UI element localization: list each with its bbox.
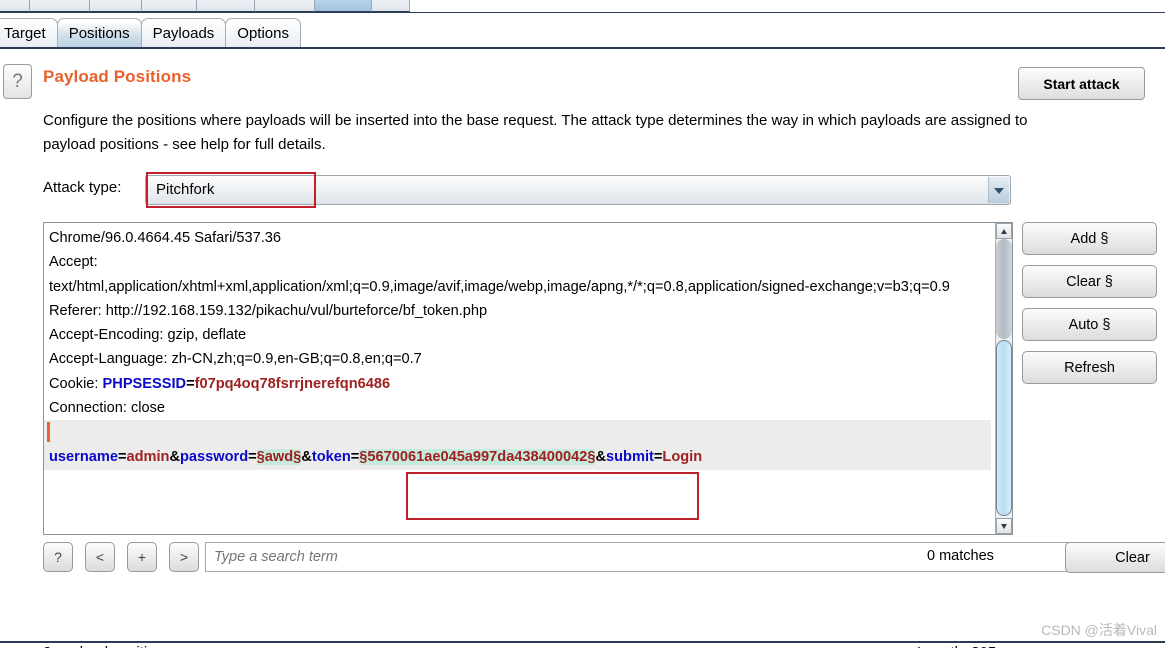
payload-marker-password[interactable]: §awd§: [256, 448, 302, 465]
clear-payload-marker-button[interactable]: Clear §: [1022, 265, 1157, 298]
panel-description: Configure the positions where payloads w…: [43, 112, 1028, 153]
search-next-button[interactable]: >: [169, 542, 199, 572]
scrollbar-track[interactable]: [996, 239, 1012, 339]
request-line-accept-language: Accept-Language: zh-CN,zh;q=0.9,en-GB;q=…: [49, 351, 422, 368]
outer-tab[interactable]: [30, 0, 90, 12]
intruder-tab-bar: Target Positions Payloads Options: [0, 14, 1165, 48]
cookie-value: f07pq4oq78fsrrjnerefqn6486: [194, 375, 391, 392]
request-body-line: username=admin&password=§awd§&token=§567…: [44, 444, 991, 470]
request-length-status: Length: 805: [917, 644, 996, 648]
watermark: CSDN @活着Vival: [1041, 622, 1157, 638]
tab-options[interactable]: Options: [225, 18, 301, 47]
auto-payload-marker-button[interactable]: Auto §: [1022, 308, 1157, 341]
scrollbar-thumb[interactable]: [996, 340, 1012, 516]
request-line: Chrome/96.0.4664.45 Safari/537.36: [49, 230, 282, 246]
attack-type-value: Pitchfork: [156, 181, 215, 198]
cookie-equals: =: [186, 375, 195, 392]
equals-2: =: [248, 448, 257, 465]
help-icon[interactable]: ?: [3, 64, 32, 99]
outer-tab[interactable]: [90, 0, 142, 12]
param-submit-value: Login: [662, 448, 703, 465]
search-prev-button[interactable]: <: [85, 542, 115, 572]
request-line-cookie: Cookie: PHPSESSID=f07pq4oq78fsrrjnerefqn…: [49, 372, 996, 396]
request-line-accept: text/html,application/xhtml+xml,applicat…: [49, 278, 950, 295]
outer-tab[interactable]: [372, 0, 410, 12]
scroll-down-icon[interactable]: [996, 518, 1012, 534]
tab-target[interactable]: Target: [0, 18, 58, 47]
cookie-label: Cookie:: [49, 375, 103, 392]
outer-tab-strip: [0, 0, 1165, 13]
bottom-rule: [0, 641, 1165, 643]
clear-search-button[interactable]: Clear: [1065, 542, 1165, 573]
chevron-down-icon[interactable]: [988, 177, 1009, 203]
search-help-button[interactable]: ?: [43, 542, 73, 572]
request-line-connection: Connection: close: [49, 400, 166, 417]
param-username-value: admin: [126, 448, 170, 465]
request-text[interactable]: Chrome/96.0.4664.45 Safari/537.36 Accept…: [44, 223, 996, 534]
request-editor[interactable]: Chrome/96.0.4664.45 Safari/537.36 Accept…: [43, 222, 1013, 535]
outer-tab[interactable]: [255, 0, 315, 12]
amp-1: &: [169, 448, 181, 465]
search-match-count: 0 matches: [927, 548, 994, 564]
outer-tab[interactable]: [315, 0, 372, 12]
param-token-key: token: [311, 448, 351, 465]
refresh-button[interactable]: Refresh: [1022, 351, 1157, 384]
search-add-button[interactable]: +: [127, 542, 157, 572]
amp-3: &: [595, 448, 607, 465]
attack-type-dropdown[interactable]: Pitchfork: [145, 175, 1011, 205]
attack-type-label: Attack type:: [43, 179, 122, 196]
search-bar: ? < + > 0 matches Clear: [43, 542, 1165, 574]
empty-cursor-line: [44, 420, 991, 445]
request-line: Accept:: [49, 254, 98, 271]
editor-vertical-scrollbar[interactable]: [995, 223, 1012, 534]
param-submit-key: submit: [606, 448, 654, 465]
attack-type-row: Attack type: Pitchfork: [43, 172, 1013, 208]
burp-intruder-positions-window: Target Positions Payloads Options ? Payload…: [0, 0, 1165, 648]
outer-tab[interactable]: [142, 0, 197, 12]
param-password-key: password: [180, 448, 249, 465]
request-line-referer: Referer: http://192.168.159.132/pikachu/…: [49, 302, 488, 319]
param-username-key: username: [49, 448, 118, 465]
request-line-accept-encoding: Accept-Encoding: gzip, deflate: [49, 327, 247, 344]
add-payload-marker-button[interactable]: Add §: [1022, 222, 1157, 255]
cookie-name: PHPSESSID: [102, 375, 187, 392]
payload-positions-status: 2 payload positions: [43, 644, 171, 648]
page-title: Payload Positions: [43, 67, 192, 86]
start-attack-button[interactable]: Start attack: [1018, 67, 1145, 100]
outer-tab[interactable]: [197, 0, 255, 12]
amp-2: &: [301, 448, 312, 465]
marker-button-group: Add § Clear § Auto § Refresh: [1022, 222, 1157, 394]
scroll-up-icon[interactable]: [996, 223, 1012, 239]
payload-marker-token[interactable]: §5670061ae045a997da438400042§: [359, 448, 596, 465]
text-caret: [47, 422, 50, 443]
outer-tab[interactable]: [0, 0, 30, 12]
tab-positions[interactable]: Positions: [56, 18, 142, 47]
positions-panel: ? Payload Positions Start attack Configu…: [0, 49, 1165, 648]
tab-payloads[interactable]: Payloads: [140, 18, 227, 47]
